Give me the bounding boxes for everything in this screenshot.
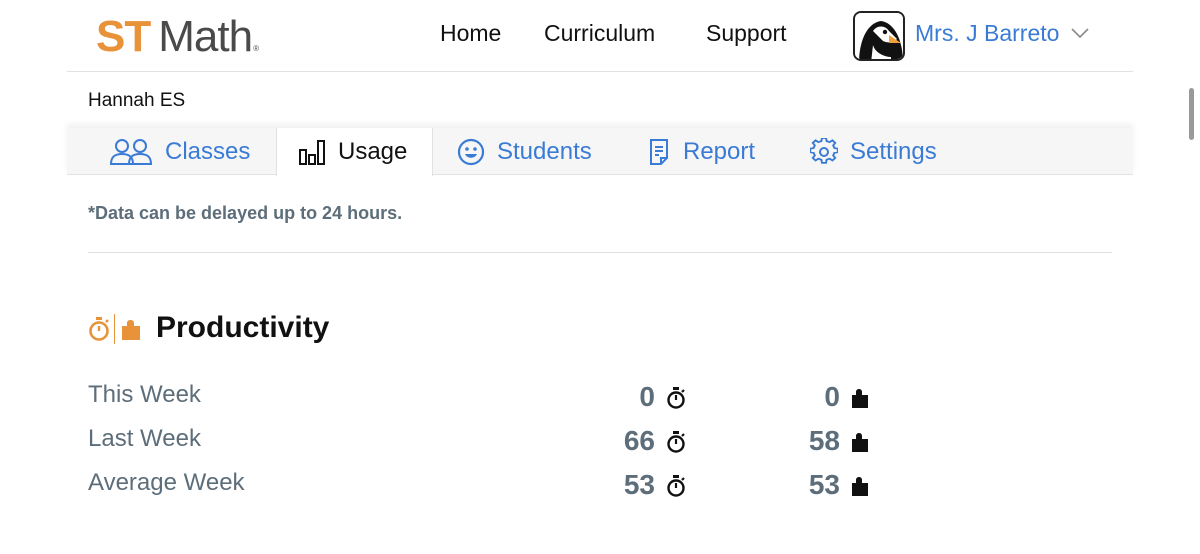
productivity-row-this-week: This Week 0 0 (0, 381, 1200, 415)
logo-math-text: Math (158, 12, 253, 61)
productivity-row-last-week: Last Week 66 58 (0, 425, 1200, 459)
nav-curriculum-link[interactable]: Curriculum (544, 20, 655, 47)
tab-settings-label: Settings (850, 137, 937, 165)
tab-usage[interactable]: Usage (276, 128, 433, 176)
tab-classes-label: Classes (165, 137, 251, 165)
productivity-icons (88, 312, 143, 346)
puzzles-value: 53 (808, 469, 840, 500)
minutes-value: 0 (639, 381, 655, 412)
nav-support-link[interactable]: Support (706, 20, 787, 47)
data-delay-note: *Data can be delayed up to 24 hours. (88, 203, 403, 223)
gear-icon (810, 137, 838, 164)
content-divider (88, 252, 1112, 253)
tab-usage-label: Usage (338, 138, 408, 165)
puzzle-piece-icon (122, 320, 140, 340)
tab-classes[interactable]: Classes (109, 128, 250, 175)
smiley-icon (457, 138, 485, 165)
st-math-logo[interactable]: ST Math ® (96, 12, 259, 61)
stopwatch-icon (89, 317, 109, 341)
app-header: ST Math ® Home Curriculum Support Mrs. J… (0, 0, 1200, 72)
puzzle-piece-icon (852, 433, 868, 452)
row-label: Last Week (88, 425, 201, 452)
stopwatch-icon (667, 387, 685, 409)
tab-students-label: Students (497, 137, 592, 165)
chevron-down-icon[interactable] (1070, 26, 1090, 40)
row-label: This Week (88, 381, 201, 408)
school-name: Hannah ES (88, 90, 186, 111)
puzzle-piece-icon (852, 389, 868, 408)
tab-students[interactable]: Students (457, 128, 592, 175)
nav-home-link[interactable]: Home (440, 20, 501, 47)
puzzles-value: 58 (808, 425, 840, 456)
productivity-icon-separator (114, 314, 115, 344)
stopwatch-icon (667, 431, 685, 453)
report-icon (650, 138, 668, 165)
bar-chart-icon (299, 140, 325, 165)
user-name-link[interactable]: Mrs. J Barreto (915, 20, 1059, 47)
logo-st-text: ST (96, 12, 151, 61)
puzzle-piece-icon (852, 477, 868, 496)
tab-report[interactable]: Report (647, 128, 755, 175)
logo-registered-mark: ® (253, 44, 259, 53)
productivity-title: Productivity (156, 311, 330, 344)
minutes-value: 66 (623, 425, 655, 456)
header-divider (67, 71, 1133, 72)
people-icon (109, 138, 153, 165)
puzzles-value: 0 (824, 381, 840, 412)
stopwatch-icon (667, 475, 685, 497)
row-label: Average Week (88, 469, 245, 496)
page-scrollbar[interactable] (1189, 88, 1194, 140)
tab-bar: Classes Usage Students Report Settings (67, 128, 1133, 176)
minutes-value: 53 (623, 469, 655, 500)
tab-settings[interactable]: Settings (810, 128, 937, 175)
productivity-row-average-week: Average Week 53 53 (0, 469, 1200, 503)
tab-report-label: Report (683, 137, 756, 165)
penguin-avatar[interactable] (853, 11, 905, 61)
